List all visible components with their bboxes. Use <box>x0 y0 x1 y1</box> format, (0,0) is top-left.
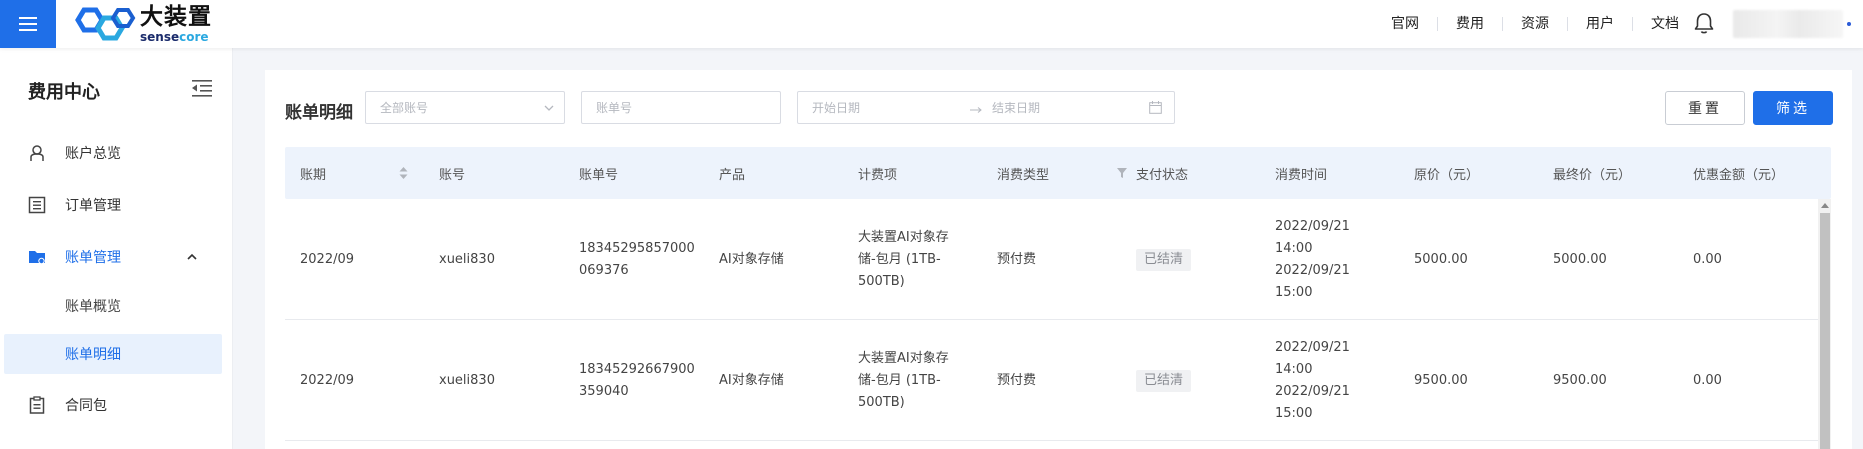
logo-mark-icon <box>75 7 136 41</box>
bill-details-card: 账单明细 全部账号 开始日期 结束日期 重置 筛选 账期 <box>265 70 1852 449</box>
sidebar-item-account-overview[interactable]: 账户总览 <box>0 133 233 173</box>
col-header-consumption-type: 消费类型 <box>997 167 1050 183</box>
scrollbar-thumb[interactable] <box>1820 213 1830 449</box>
table-header: 账期 账号 账单号 产品 计费项 消费类型 支付状态 消费时间 原价（元） 最终… <box>285 147 1831 199</box>
col-header-product: 产品 <box>719 167 746 183</box>
logo-name-cn: 大装置 <box>140 3 212 30</box>
nav-link-resources[interactable]: 资源 <box>1503 17 1568 31</box>
nav-link-billing[interactable]: 费用 <box>1438 17 1503 31</box>
table-scrollbar[interactable] <box>1818 199 1831 449</box>
end-date-placeholder[interactable]: 结束日期 <box>992 99 1040 116</box>
sidebar-item-label: 账单概览 <box>65 299 121 315</box>
table-row[interactable]: 2022/09 xueli830 18345295857000 069376 A… <box>285 199 1818 320</box>
cell-period: 2022/09 <box>300 251 355 267</box>
start-date-placeholder[interactable]: 开始日期 <box>812 99 860 116</box>
sidebar-item-bill-details[interactable]: 账单明细 <box>4 334 222 374</box>
cell-period: 2022/09 <box>300 372 355 388</box>
cell-billing-item: 大装置AI对象存 储-包月 (1TB- 500TB) <box>858 229 949 289</box>
sidebar-item-label: 合同包 <box>65 398 107 414</box>
brand-logo[interactable]: 大装置 sensecore <box>74 4 212 44</box>
col-header-consumption-time: 消费时间 <box>1275 167 1328 183</box>
cell-original-price: 9500.00 <box>1414 372 1468 388</box>
clipboard-icon <box>29 396 45 414</box>
col-header-billing-item: 计费项 <box>858 167 898 183</box>
account-select[interactable]: 全部账号 <box>365 91 565 124</box>
sidebar-item-label: 订单管理 <box>65 198 121 214</box>
cell-discount: 0.00 <box>1693 251 1722 267</box>
sidebar: 费用中心 账户总览 订单管理 账单管理 账单概览 账单明细 合同包 <box>0 48 233 449</box>
cell-payment-status: 已结清 <box>1136 199 1192 320</box>
arrow-right-icon <box>970 107 982 113</box>
sidebar-item-contract-package[interactable]: 合同包 <box>0 385 233 425</box>
filter-button[interactable]: 筛选 <box>1753 91 1833 125</box>
sort-icon[interactable] <box>399 167 408 179</box>
col-header-original-price: 原价（元） <box>1414 167 1480 183</box>
hamburger-icon <box>19 17 37 31</box>
cell-consumption-time: 2022/09/21 14:00 2022/09/21 15:00 <box>1275 339 1350 421</box>
sidebar-item-bill-overview[interactable]: 账单概览 <box>0 286 233 326</box>
list-icon <box>28 196 46 214</box>
chevron-down-icon <box>544 105 554 111</box>
page-title: 账单明细 <box>285 103 353 123</box>
sidebar-item-label: 账单明细 <box>65 347 121 363</box>
cell-billing-item: 大装置AI对象存 储-包月 (1TB- 500TB) <box>858 350 949 410</box>
nav-link-website[interactable]: 官网 <box>1373 17 1438 31</box>
calendar-icon <box>1149 101 1162 114</box>
status-badge: 已结清 <box>1136 369 1192 392</box>
user-indicator <box>1847 22 1851 26</box>
table-row[interactable]: 2022/09 xueli830 18345292667900 359040 A… <box>285 320 1818 441</box>
sidebar-item-bill-management[interactable]: 账单管理 <box>0 237 233 277</box>
scroll-up-arrow-icon[interactable] <box>1821 203 1829 208</box>
user-avatar-blurred[interactable] <box>1733 10 1843 38</box>
logo-name-en: sensecore <box>140 29 209 44</box>
bill-number-field <box>581 91 781 124</box>
col-header-final-price: 最终价（元） <box>1553 167 1632 183</box>
col-header-account: 账号 <box>439 167 466 183</box>
nav-link-users[interactable]: 用户 <box>1568 17 1633 31</box>
folder-icon <box>29 251 45 265</box>
cell-bill-number: 18345292667900 359040 <box>579 361 695 399</box>
cell-consumption-type: 预付费 <box>997 251 1037 267</box>
sidebar-item-label: 账单管理 <box>65 250 121 266</box>
date-range-picker[interactable]: 开始日期 结束日期 <box>797 91 1175 124</box>
user-icon <box>30 145 44 161</box>
sidebar-title: 费用中心 <box>28 82 100 103</box>
account-select-placeholder: 全部账号 <box>380 101 429 115</box>
top-bar: 大装置 sensecore 官网 费用 资源 用户 文档 <box>0 0 1863 48</box>
collapse-menu-icon[interactable] <box>192 79 212 97</box>
sidebar-item-label: 账户总览 <box>65 146 121 162</box>
reset-button[interactable]: 重置 <box>1665 91 1745 125</box>
cell-original-price: 5000.00 <box>1414 251 1468 267</box>
status-badge: 已结清 <box>1136 248 1192 271</box>
bell-icon[interactable] <box>1693 11 1715 35</box>
col-header-period: 账期 <box>300 167 327 183</box>
filter-funnel-icon[interactable] <box>1117 168 1127 178</box>
cell-discount: 0.00 <box>1693 372 1722 388</box>
cell-account: xueli830 <box>439 372 495 388</box>
top-nav: 官网 费用 资源 用户 文档 <box>1373 0 1697 48</box>
cell-account: xueli830 <box>439 251 495 267</box>
nav-link-docs[interactable]: 文档 <box>1633 17 1697 31</box>
cell-consumption-time: 2022/09/21 14:00 2022/09/21 15:00 <box>1275 218 1350 300</box>
cell-payment-status: 已结清 <box>1136 320 1192 441</box>
col-header-bill-number: 账单号 <box>579 167 619 183</box>
cell-final-price: 5000.00 <box>1553 251 1607 267</box>
col-header-payment-status: 支付状态 <box>1136 167 1189 183</box>
sidebar-item-order-management[interactable]: 订单管理 <box>0 185 233 225</box>
bill-number-input[interactable] <box>582 92 780 123</box>
cell-product: AI对象存储 <box>719 251 784 267</box>
cell-final-price: 9500.00 <box>1553 372 1607 388</box>
chevron-up-icon[interactable] <box>186 251 198 263</box>
cell-consumption-type: 预付费 <box>997 372 1037 388</box>
cell-bill-number: 18345295857000 069376 <box>579 240 695 278</box>
cell-product: AI对象存储 <box>719 372 784 388</box>
hamburger-menu-button[interactable] <box>0 0 56 48</box>
col-header-discount: 优惠金额（元） <box>1693 167 1785 183</box>
